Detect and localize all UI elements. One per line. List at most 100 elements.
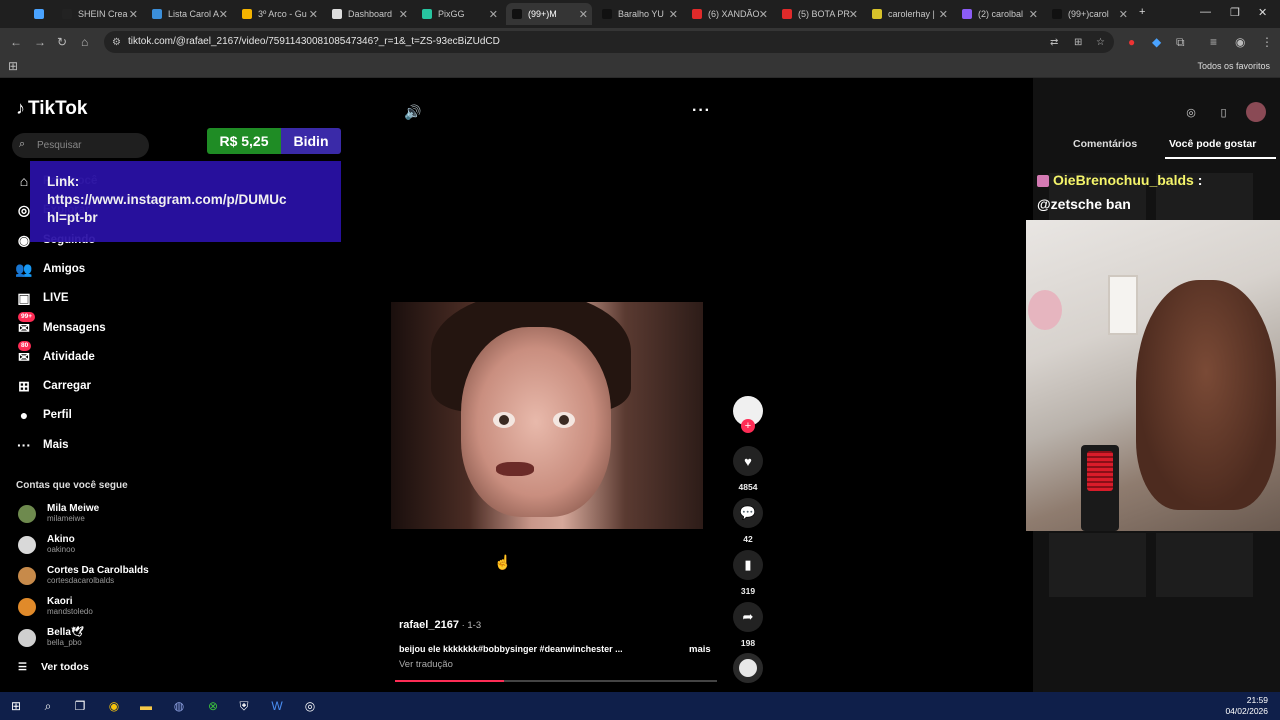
address-bar[interactable]: ⚙ tiktok.com/@rafael_2167/video/75911430…	[104, 31, 1114, 53]
more-icon: ···	[17, 437, 31, 453]
back-icon[interactable]: ←	[10, 35, 22, 49]
browser-tab[interactable]: 3º Arco - Gu ✕	[236, 3, 322, 25]
video-player[interactable]	[391, 302, 703, 529]
sidebar-item[interactable]: ⊞ Carregar	[14, 375, 91, 397]
browser-tab[interactable]: Lista Carol A ✕	[146, 3, 232, 25]
caption-more-link[interactable]: mais	[689, 644, 711, 655]
browser-tab[interactable]: (6) XANDÃO ✕	[686, 3, 772, 25]
xbox-icon[interactable]: ⊗	[205, 698, 221, 714]
bookmark-star-icon[interactable]: ☆	[1096, 37, 1105, 48]
close-tab-icon[interactable]: ✕	[219, 8, 228, 21]
system-clock[interactable]: 21:59 04/02/2026	[1225, 695, 1268, 717]
tab-label: SHEIN Crea	[78, 9, 128, 19]
share-button[interactable]: ➦ 198	[733, 602, 763, 648]
close-tab-icon[interactable]: ✕	[849, 8, 858, 21]
user-avatar[interactable]	[1246, 102, 1266, 122]
tab-favicon-icon	[962, 9, 972, 19]
browser-tab[interactable]: (99+)M ✕	[506, 3, 592, 25]
chat-text: @zetsche ban	[1037, 196, 1131, 212]
video-frame-eye	[493, 412, 515, 428]
device-icon[interactable]: ▯	[1214, 106, 1234, 119]
close-tab-icon[interactable]: ✕	[759, 8, 768, 21]
browser-tab[interactable]	[28, 3, 52, 25]
tab-comments[interactable]: Comentários	[1073, 138, 1137, 150]
sidebar-item[interactable]: ● Perfil	[14, 404, 72, 426]
browser-tab[interactable]: carolerhay | ✕	[866, 3, 952, 25]
see-all-link[interactable]: ☰ Ver todos	[18, 661, 89, 673]
video-progress-bar[interactable]	[395, 680, 717, 682]
task-view-icon[interactable]: ❐	[72, 698, 88, 714]
clock-date: 04/02/2026	[1225, 706, 1268, 716]
bookmarks-bar: ⊞ Todos os favoritos	[0, 56, 1280, 78]
browser-tab[interactable]: Dashboard ✕	[326, 3, 412, 25]
search-icon[interactable]: ⌕	[40, 698, 56, 714]
close-tab-icon[interactable]: ✕	[489, 8, 498, 21]
music-disc-icon[interactable]	[733, 653, 763, 683]
tab-favicon-icon	[34, 9, 44, 19]
volume-icon[interactable]: 🔊	[404, 104, 421, 121]
video-author[interactable]: rafael_2167 · 1-3	[399, 619, 481, 631]
close-tab-icon[interactable]: ✕	[939, 8, 948, 21]
follow-plus-icon[interactable]: +	[741, 419, 755, 433]
browser-tab[interactable]: Baralho YU ✕	[596, 3, 682, 25]
media-controls-icon[interactable]: ≡	[1210, 35, 1217, 49]
browser-tab[interactable]: SHEIN Crea ✕	[56, 3, 142, 25]
minimize-button[interactable]: —	[1200, 6, 1211, 18]
start-icon[interactable]: ⊞	[8, 698, 24, 714]
install-icon[interactable]: ⊞	[1074, 37, 1082, 48]
explore-icon[interactable]: ◎	[1181, 106, 1201, 119]
save-button[interactable]: ▮ 319	[733, 550, 763, 596]
close-tab-icon[interactable]: ✕	[399, 8, 408, 21]
comment-button[interactable]: 💬 42	[733, 498, 763, 544]
close-tab-icon[interactable]: ✕	[309, 8, 318, 21]
restore-button[interactable]: ❐	[1230, 6, 1240, 19]
new-tab-button[interactable]: +	[1139, 6, 1145, 18]
browser-tab[interactable]: (5) BOTA PR ✕	[776, 3, 862, 25]
browser-tab[interactable]: (2) carolbal ✕	[956, 3, 1042, 25]
browser-tab[interactable]: PixGG ✕	[416, 3, 502, 25]
sidebar-item[interactable]: ✉ 99+ Mensagens	[14, 311, 106, 339]
search-input[interactable]: ⌕ Pesquisar	[12, 133, 149, 158]
browser-tab[interactable]: (99+)carol ✕	[1046, 3, 1132, 25]
reload-icon[interactable]: ↻	[57, 35, 67, 49]
extension-blue-icon[interactable]: ◆	[1152, 35, 1161, 49]
close-tab-icon[interactable]: ✕	[1029, 8, 1038, 21]
all-bookmarks-folder[interactable]: Todos os favoritos	[1197, 61, 1270, 71]
translate-icon[interactable]: ⇄	[1050, 37, 1058, 48]
site-info-icon[interactable]: ⚙	[112, 37, 121, 48]
close-window-button[interactable]: ✕	[1258, 6, 1267, 19]
discord-icon[interactable]: ◍	[171, 698, 187, 714]
tiktok-logo[interactable]: ♪ TikTok	[16, 98, 87, 120]
chrome-icon[interactable]: ◉	[106, 698, 122, 714]
suggested-video-thumb[interactable]	[1049, 533, 1146, 597]
tab-label: (2) carolbal	[978, 9, 1024, 19]
forward-icon[interactable]: →	[34, 35, 46, 49]
close-tab-icon[interactable]: ✕	[129, 8, 138, 21]
home-icon[interactable]: ⌂	[81, 35, 88, 49]
sidebar-item[interactable]: ▣ LIVE	[14, 287, 69, 309]
close-tab-icon[interactable]: ✕	[579, 8, 588, 21]
apps-grid-icon[interactable]: ⊞	[8, 59, 18, 73]
tab-you-may-like[interactable]: Você pode gostar	[1169, 138, 1256, 150]
save-count: 319	[740, 586, 756, 596]
suggested-video-thumb[interactable]	[1156, 533, 1253, 597]
profile-icon[interactable]: ◉	[1235, 35, 1245, 49]
file-explorer-icon[interactable]: ▬	[138, 698, 154, 714]
sidebar-item[interactable]: ··· Mais	[14, 434, 69, 456]
extension-red-icon[interactable]: ●	[1128, 35, 1135, 49]
obs-icon[interactable]: ◎	[302, 698, 318, 714]
donation-badge: R$ 5,25 Bidin	[207, 128, 341, 154]
url-text[interactable]: tiktok.com/@rafael_2167/video/7591143008…	[128, 36, 500, 47]
translate-link[interactable]: Ver tradução	[399, 659, 453, 670]
word-icon[interactable]: W	[269, 698, 285, 714]
sidebar-item-label: LIVE	[43, 292, 69, 304]
extensions-icon[interactable]: ⧉	[1176, 35, 1185, 50]
sidebar-item[interactable]: ✉ 80 Atividade	[14, 340, 95, 368]
more-options-icon[interactable]: ···	[692, 102, 711, 120]
close-tab-icon[interactable]: ✕	[669, 8, 678, 21]
like-button[interactable]: ♥ 4854	[733, 446, 763, 492]
security-icon[interactable]: ⛨	[236, 698, 252, 714]
close-tab-icon[interactable]: ✕	[1119, 8, 1128, 21]
sidebar-item[interactable]: 👥 Amigos	[14, 258, 85, 280]
menu-icon[interactable]: ⋮	[1261, 35, 1273, 49]
